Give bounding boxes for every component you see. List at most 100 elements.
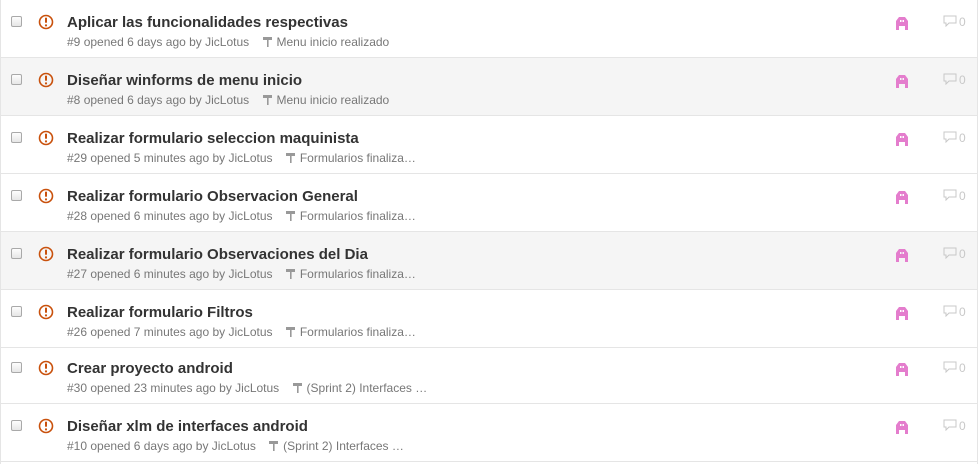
issue-opened-icon bbox=[38, 14, 54, 30]
select-checkbox[interactable] bbox=[11, 132, 22, 143]
label-icon[interactable] bbox=[894, 247, 910, 263]
issue-title[interactable]: Realizar formulario Observaciones del Di… bbox=[67, 246, 368, 263]
issue-row[interactable]: Aplicar las funcionalidades respectivas … bbox=[1, 0, 977, 58]
comments-link[interactable]: 0 bbox=[943, 131, 966, 145]
issue-meta: #8 opened 6 days ago by JicLotus Menu in… bbox=[67, 93, 389, 107]
comment-count: 0 bbox=[959, 131, 966, 145]
issue-number[interactable]: #9 bbox=[67, 35, 80, 49]
milestone-label: (Sprint 2) Interfaces … bbox=[283, 439, 404, 453]
comment-count: 0 bbox=[959, 15, 966, 29]
milestone-label: Menu inicio realizado bbox=[276, 93, 390, 107]
label-icon[interactable] bbox=[894, 419, 910, 435]
milestone-label: Formularios finaliza… bbox=[299, 209, 416, 223]
milestone-icon bbox=[269, 441, 279, 451]
select-checkbox[interactable] bbox=[11, 74, 22, 85]
issue-title[interactable]: Realizar formulario seleccion maquinista bbox=[67, 130, 359, 147]
issue-opened-icon bbox=[38, 418, 54, 434]
milestone-icon bbox=[285, 269, 295, 279]
issue-meta: #29 opened 5 minutes ago by JicLotus For… bbox=[67, 151, 416, 165]
select-checkbox[interactable] bbox=[11, 420, 22, 431]
issue-opened-icon bbox=[38, 130, 54, 146]
issue-meta: #28 opened 6 minutes ago by JicLotus For… bbox=[67, 209, 416, 223]
issue-number[interactable]: #30 bbox=[67, 381, 87, 395]
issue-opened-info: opened 6 days ago by JicLotus bbox=[83, 93, 250, 107]
comments-link[interactable]: 0 bbox=[943, 189, 966, 203]
milestone-link[interactable]: (Sprint 2) Interfaces … bbox=[269, 439, 404, 453]
issue-number[interactable]: #26 bbox=[67, 325, 87, 339]
issue-opened-info: opened 5 minutes ago by JicLotus bbox=[90, 151, 273, 165]
milestone-label: Formularios finaliza… bbox=[299, 325, 416, 339]
issue-row[interactable]: Crear proyecto android #30 opened 23 min… bbox=[1, 348, 977, 404]
comments-link[interactable]: 0 bbox=[943, 247, 966, 261]
issue-opened-info: opened 6 days ago by JicLotus bbox=[90, 439, 256, 453]
issue-number[interactable]: #28 bbox=[67, 209, 87, 223]
issue-title[interactable]: Realizar formulario Filtros bbox=[67, 304, 253, 321]
milestone-link[interactable]: Menu inicio realizado bbox=[262, 93, 390, 107]
issue-title[interactable]: Diseñar winforms de menu inicio bbox=[67, 72, 302, 89]
comment-icon bbox=[943, 73, 957, 85]
issue-number[interactable]: #29 bbox=[67, 151, 87, 165]
comment-icon bbox=[943, 15, 957, 27]
label-icon[interactable] bbox=[894, 305, 910, 321]
milestone-icon bbox=[262, 95, 272, 105]
comment-count: 0 bbox=[959, 419, 966, 433]
comment-count: 0 bbox=[959, 247, 966, 261]
milestone-link[interactable]: Menu inicio realizado bbox=[262, 35, 390, 49]
milestone-link[interactable]: (Sprint 2) Interfaces … bbox=[292, 381, 427, 395]
comment-icon bbox=[943, 419, 957, 431]
issue-meta: #10 opened 6 days ago by JicLotus (Sprin… bbox=[67, 439, 404, 453]
issue-list: Aplicar las funcionalidades respectivas … bbox=[0, 0, 978, 464]
label-icon[interactable] bbox=[894, 73, 910, 89]
issue-title[interactable]: Realizar formulario Observacion General bbox=[67, 188, 358, 205]
comments-link[interactable]: 0 bbox=[943, 305, 966, 319]
comment-icon bbox=[943, 247, 957, 259]
comment-icon bbox=[943, 305, 957, 317]
issue-opened-info: opened 6 minutes ago by JicLotus bbox=[90, 209, 273, 223]
issue-opened-icon bbox=[38, 304, 54, 320]
comments-link[interactable]: 0 bbox=[943, 15, 966, 29]
milestone-icon bbox=[285, 327, 295, 337]
issue-meta: #27 opened 6 minutes ago by JicLotus For… bbox=[67, 267, 416, 281]
issue-number[interactable]: #27 bbox=[67, 267, 87, 281]
issue-opened-info: opened 7 minutes ago by JicLotus bbox=[90, 325, 273, 339]
issue-row[interactable]: Realizar formulario Observacion General … bbox=[1, 174, 977, 232]
issue-title[interactable]: Diseñar xlm de interfaces android bbox=[67, 418, 308, 435]
comment-count: 0 bbox=[959, 305, 966, 319]
issue-opened-icon bbox=[38, 188, 54, 204]
select-checkbox[interactable] bbox=[11, 306, 22, 317]
comments-link[interactable]: 0 bbox=[943, 419, 966, 433]
milestone-link[interactable]: Formularios finaliza… bbox=[285, 209, 416, 223]
select-checkbox[interactable] bbox=[11, 190, 22, 201]
milestone-link[interactable]: Formularios finaliza… bbox=[285, 325, 416, 339]
comment-icon bbox=[943, 131, 957, 143]
milestone-label: Menu inicio realizado bbox=[276, 35, 390, 49]
milestone-icon bbox=[285, 153, 295, 163]
select-checkbox[interactable] bbox=[11, 248, 22, 259]
issue-opened-icon bbox=[38, 72, 54, 88]
issue-opened-icon bbox=[38, 246, 54, 262]
issue-number[interactable]: #8 bbox=[67, 93, 80, 107]
comment-count: 0 bbox=[959, 189, 966, 203]
issue-row[interactable]: Diseñar winforms de menu inicio #8 opene… bbox=[1, 58, 977, 116]
label-icon[interactable] bbox=[894, 189, 910, 205]
milestone-link[interactable]: Formularios finaliza… bbox=[285, 151, 416, 165]
select-checkbox[interactable] bbox=[11, 362, 22, 373]
label-icon[interactable] bbox=[894, 131, 910, 147]
issue-row[interactable]: Realizar formulario Observaciones del Di… bbox=[1, 232, 977, 290]
comment-icon bbox=[943, 189, 957, 201]
issue-title[interactable]: Aplicar las funcionalidades respectivas bbox=[67, 14, 348, 31]
issue-meta: #9 opened 6 days ago by JicLotus Menu in… bbox=[67, 35, 389, 49]
issue-row[interactable]: Realizar formulario Filtros #26 opened 7… bbox=[1, 290, 977, 348]
issue-meta: #30 opened 23 minutes ago by JicLotus (S… bbox=[67, 381, 427, 395]
issue-opened-info: opened 23 minutes ago by JicLotus bbox=[90, 381, 280, 395]
issue-row[interactable]: Diseñar xlm de interfaces android #10 op… bbox=[1, 404, 977, 462]
select-checkbox[interactable] bbox=[11, 16, 22, 27]
issue-title[interactable]: Crear proyecto android bbox=[67, 360, 233, 377]
label-icon[interactable] bbox=[894, 15, 910, 31]
label-icon[interactable] bbox=[894, 361, 910, 377]
issue-row[interactable]: Realizar formulario seleccion maquinista… bbox=[1, 116, 977, 174]
comments-link[interactable]: 0 bbox=[943, 73, 966, 87]
milestone-link[interactable]: Formularios finaliza… bbox=[285, 267, 416, 281]
comments-link[interactable]: 0 bbox=[943, 361, 966, 375]
issue-number[interactable]: #10 bbox=[67, 439, 87, 453]
